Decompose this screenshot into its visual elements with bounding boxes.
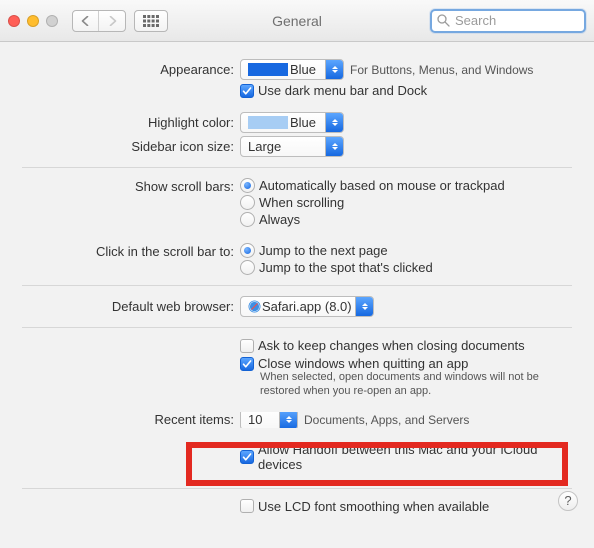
close-windows-hint: When selected, open documents and window…: [260, 370, 572, 399]
radio-label: When scrolling: [259, 195, 344, 210]
safari-icon: [248, 300, 261, 313]
default-browser-popup[interactable]: Safari.app (8.0): [240, 296, 374, 317]
help-icon: ?: [564, 493, 571, 508]
recent-suffix: Documents, Apps, and Servers: [304, 413, 469, 427]
scrollbars-auto-radio[interactable]: Automatically based on mouse or trackpad: [240, 178, 505, 193]
help-button[interactable]: ?: [558, 491, 578, 511]
appearance-popup[interactable]: Blue: [240, 59, 344, 80]
divider: [22, 167, 572, 168]
radio-label: Jump to the spot that's clicked: [259, 260, 433, 275]
window-toolbar: General: [0, 0, 594, 42]
back-button[interactable]: [73, 11, 99, 31]
lcd-label: Use LCD font smoothing when available: [258, 499, 489, 514]
appearance-hint: For Buttons, Menus, and Windows: [350, 63, 533, 77]
general-preferences-pane: Appearance: Blue For Buttons, Menus, and…: [0, 42, 594, 531]
show-all-prefs-button[interactable]: [134, 10, 168, 32]
minimize-window-button[interactable]: [27, 15, 39, 27]
default-browser-label: Default web browser:: [22, 299, 240, 314]
highlight-color-label: Highlight color:: [22, 115, 240, 130]
click-scroll-next-radio[interactable]: Jump to the next page: [240, 243, 433, 258]
lcd-smoothing-checkbox[interactable]: Use LCD font smoothing when available: [240, 499, 489, 514]
nav-back-forward-segmented: [72, 10, 126, 32]
click-scroll-spot-radio[interactable]: Jump to the spot that's clicked: [240, 260, 433, 275]
traffic-lights: [8, 15, 58, 27]
dark-menubar-checkbox[interactable]: Use dark menu bar and Dock: [240, 83, 427, 98]
appearance-label: Appearance:: [22, 62, 240, 77]
scrollbars-always-radio[interactable]: Always: [240, 212, 505, 227]
checkbox-label: Ask to keep changes when closing documen…: [258, 338, 525, 353]
handoff-checkbox[interactable]: Allow Handoff between this Mac and your …: [240, 442, 572, 472]
recent-items-label: Recent items:: [22, 412, 240, 427]
radio-label: Automatically based on mouse or trackpad: [259, 178, 505, 193]
recent-value: 10: [248, 412, 262, 427]
popup-arrows-icon: [325, 60, 343, 79]
color-swatch-icon: [248, 116, 288, 129]
close-windows-checkbox[interactable]: Close windows when quitting an app: [240, 356, 468, 371]
radio-label: Jump to the next page: [259, 243, 388, 258]
popup-arrows-icon: [279, 412, 297, 428]
close-window-button[interactable]: [8, 15, 20, 27]
divider: [22, 488, 572, 489]
forward-button[interactable]: [99, 11, 125, 31]
popup-arrows-icon: [355, 297, 373, 316]
divider: [22, 285, 572, 286]
popup-arrows-icon: [325, 137, 343, 156]
sidebar-value: Large: [248, 139, 281, 154]
scroll-bars-label: Show scroll bars:: [22, 178, 240, 194]
highlight-value: Blue: [290, 115, 316, 130]
checkmark-icon: [242, 452, 252, 462]
search-icon: [437, 14, 450, 27]
scrollbars-when-radio[interactable]: When scrolling: [240, 195, 505, 210]
recent-items-popup[interactable]: 10: [240, 412, 298, 428]
appearance-value: Blue: [290, 62, 316, 77]
zoom-window-button[interactable]: [46, 15, 58, 27]
sidebar-icon-popup[interactable]: Large: [240, 136, 344, 157]
popup-arrows-icon: [325, 113, 343, 132]
search-field[interactable]: [430, 9, 586, 33]
dark-menubar-label: Use dark menu bar and Dock: [258, 83, 427, 98]
grid-icon: [143, 15, 159, 27]
click-scroll-label: Click in the scroll bar to:: [22, 243, 240, 259]
ask-keep-changes-checkbox[interactable]: Ask to keep changes when closing documen…: [240, 338, 525, 353]
handoff-label: Allow Handoff between this Mac and your …: [258, 442, 572, 472]
checkmark-icon: [242, 86, 252, 96]
radio-label: Always: [259, 212, 300, 227]
highlight-color-popup[interactable]: Blue: [240, 112, 344, 133]
browser-value: Safari.app (8.0): [262, 299, 352, 314]
search-input[interactable]: [453, 12, 579, 29]
sidebar-icon-label: Sidebar icon size:: [22, 139, 240, 154]
checkbox-label: Close windows when quitting an app: [258, 356, 468, 371]
checkmark-icon: [242, 359, 252, 369]
divider: [22, 327, 572, 328]
color-swatch-icon: [248, 63, 288, 76]
